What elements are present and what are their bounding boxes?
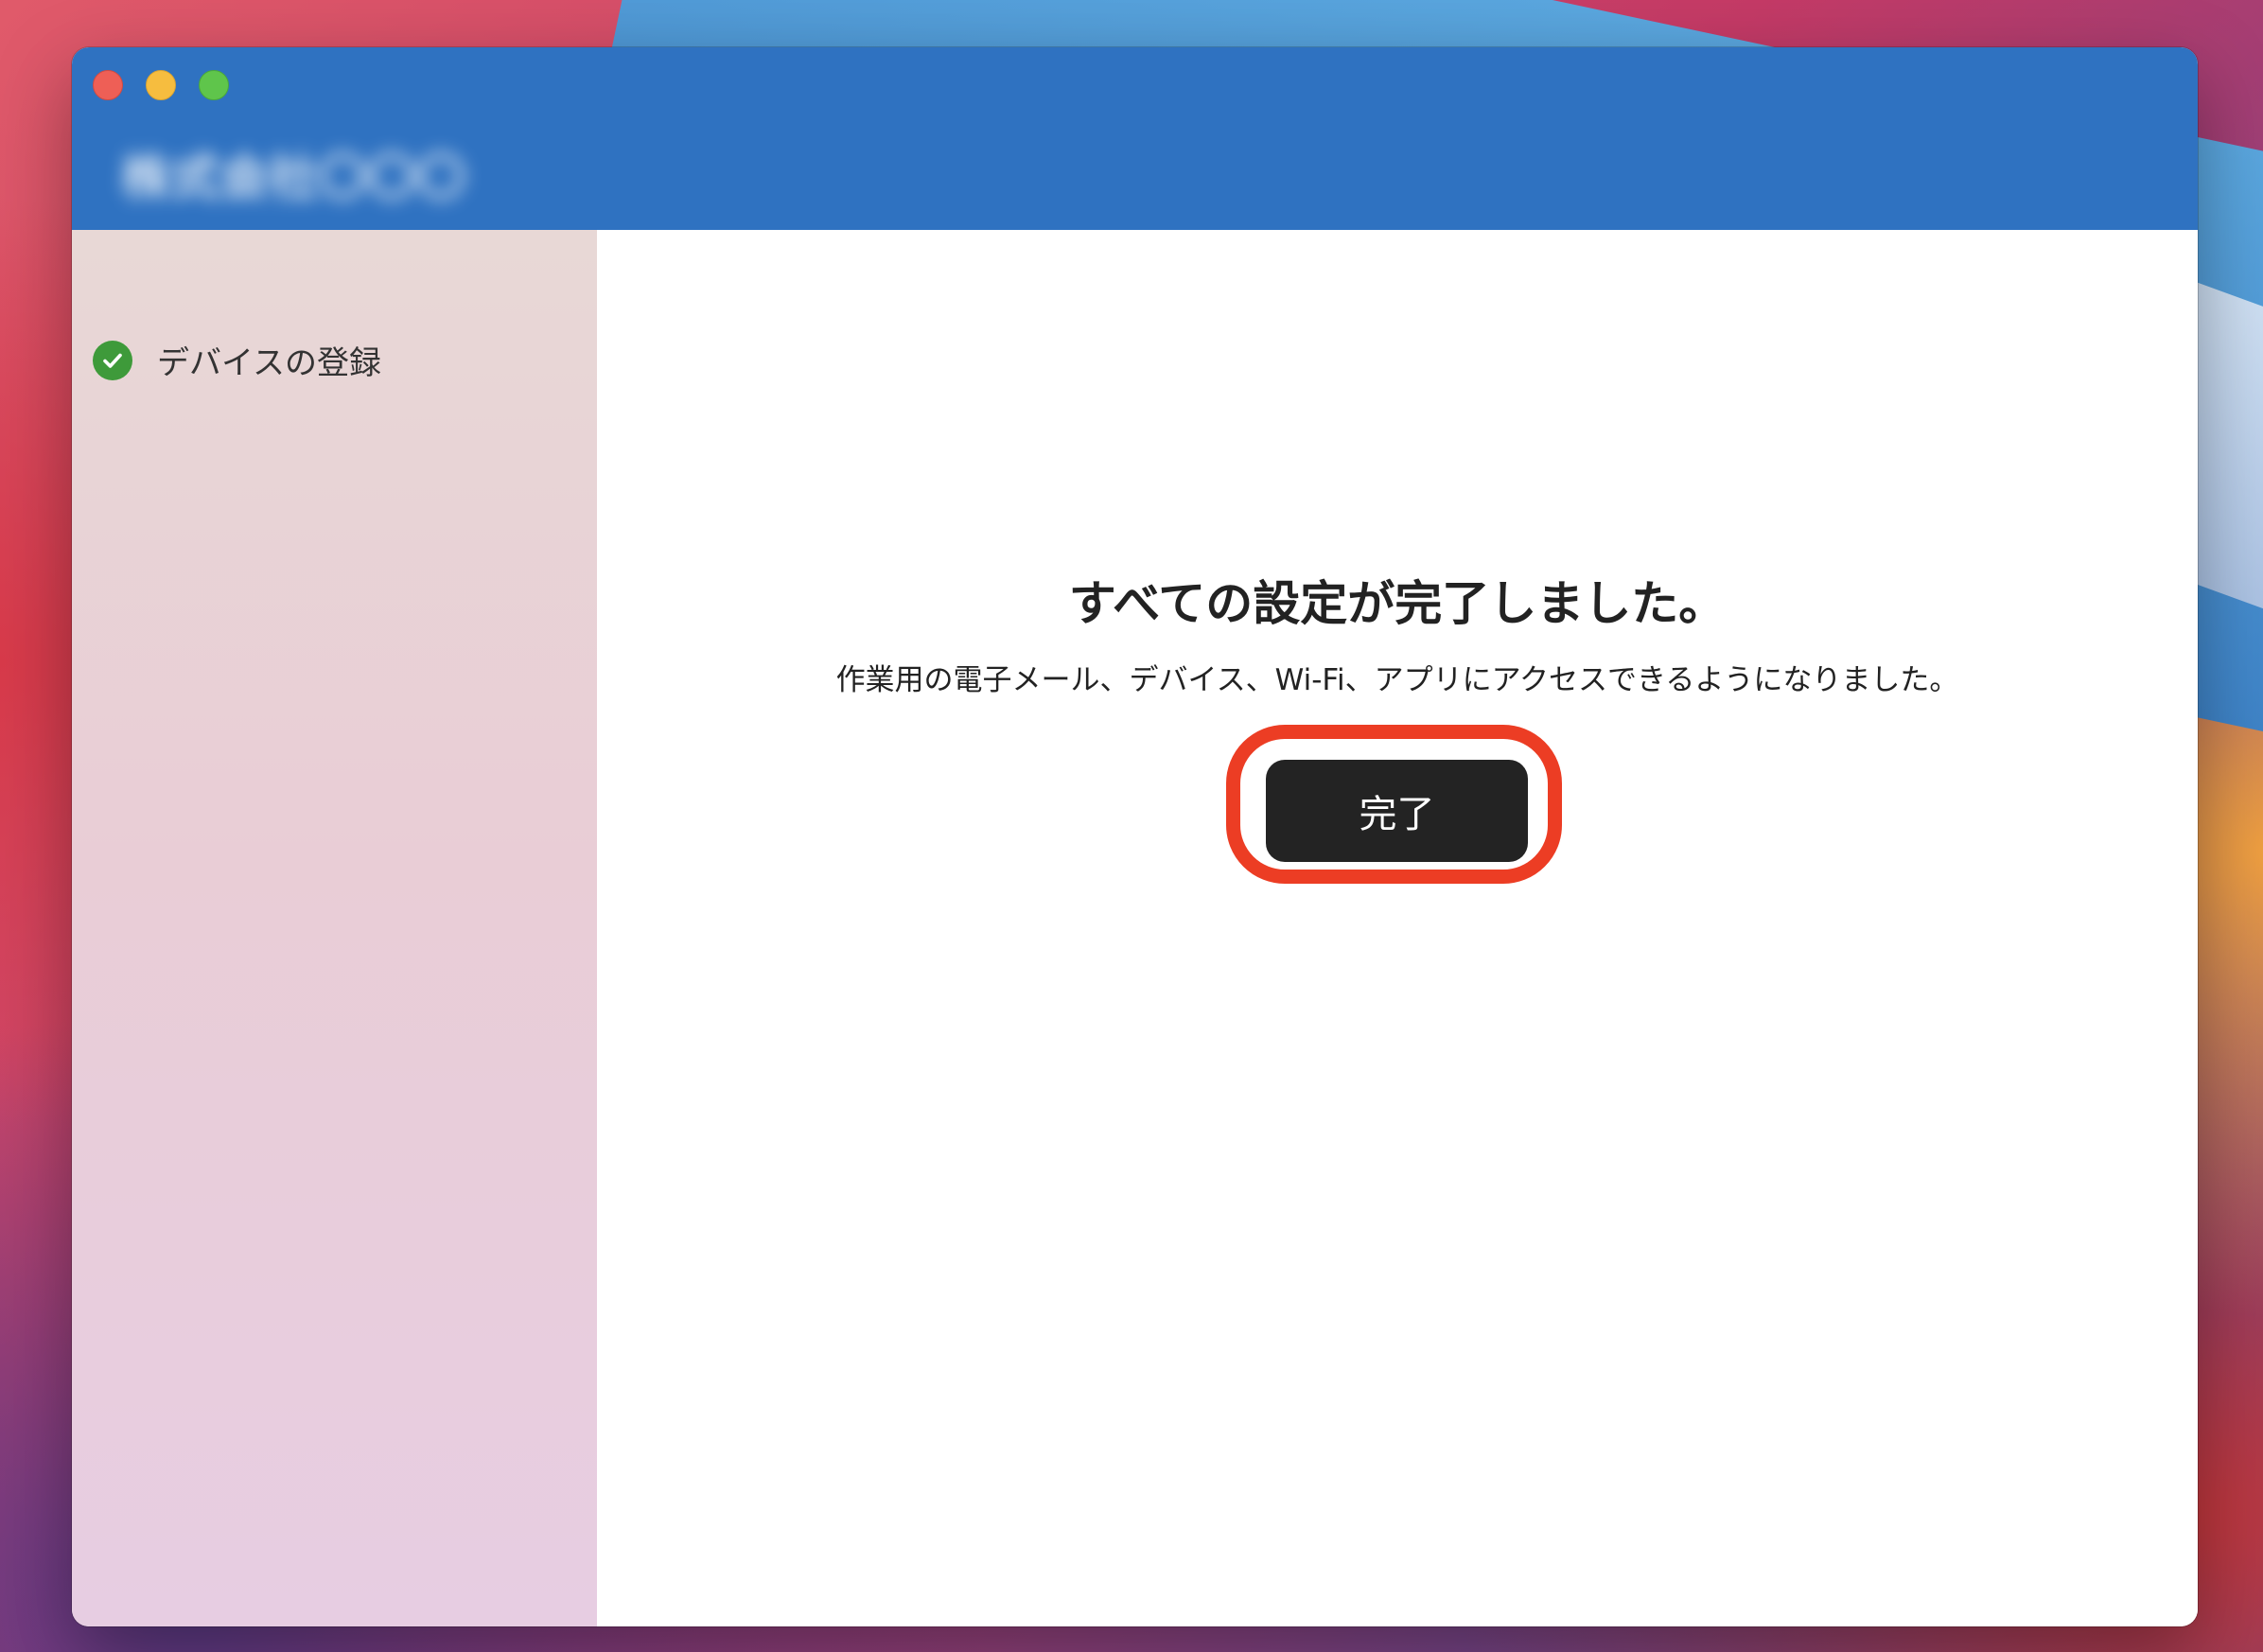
sidebar-item-label: デバイスの登録 [157,344,381,382]
organization-name: 株式会社〇〇〇 [121,151,466,206]
completion-description: 作業用の電子メール、デバイス、Wi-Fi、アプリにアクセスできるようになりました… [835,663,1959,697]
zoom-window-button[interactable] [199,70,229,100]
close-window-button[interactable] [93,70,123,100]
done-button[interactable]: 完了 [1266,760,1528,862]
completion-headline: すべての設定が完了しました。 [1068,576,1727,631]
sidebar: デバイスの登録 [72,230,597,1626]
app-window: 株式会社〇〇〇 デバイスの登録 すべての設定が完了しました。 作業用の電子メール… [72,47,2198,1626]
main-content: すべての設定が完了しました。 作業用の電子メール、デバイス、Wi-Fi、アプリに… [597,230,2198,1626]
minimize-window-button[interactable] [146,70,176,100]
check-circle-icon [93,340,132,380]
sidebar-item-device-registration: デバイスの登録 [93,337,381,383]
title-bar: 株式会社〇〇〇 [72,47,2198,230]
